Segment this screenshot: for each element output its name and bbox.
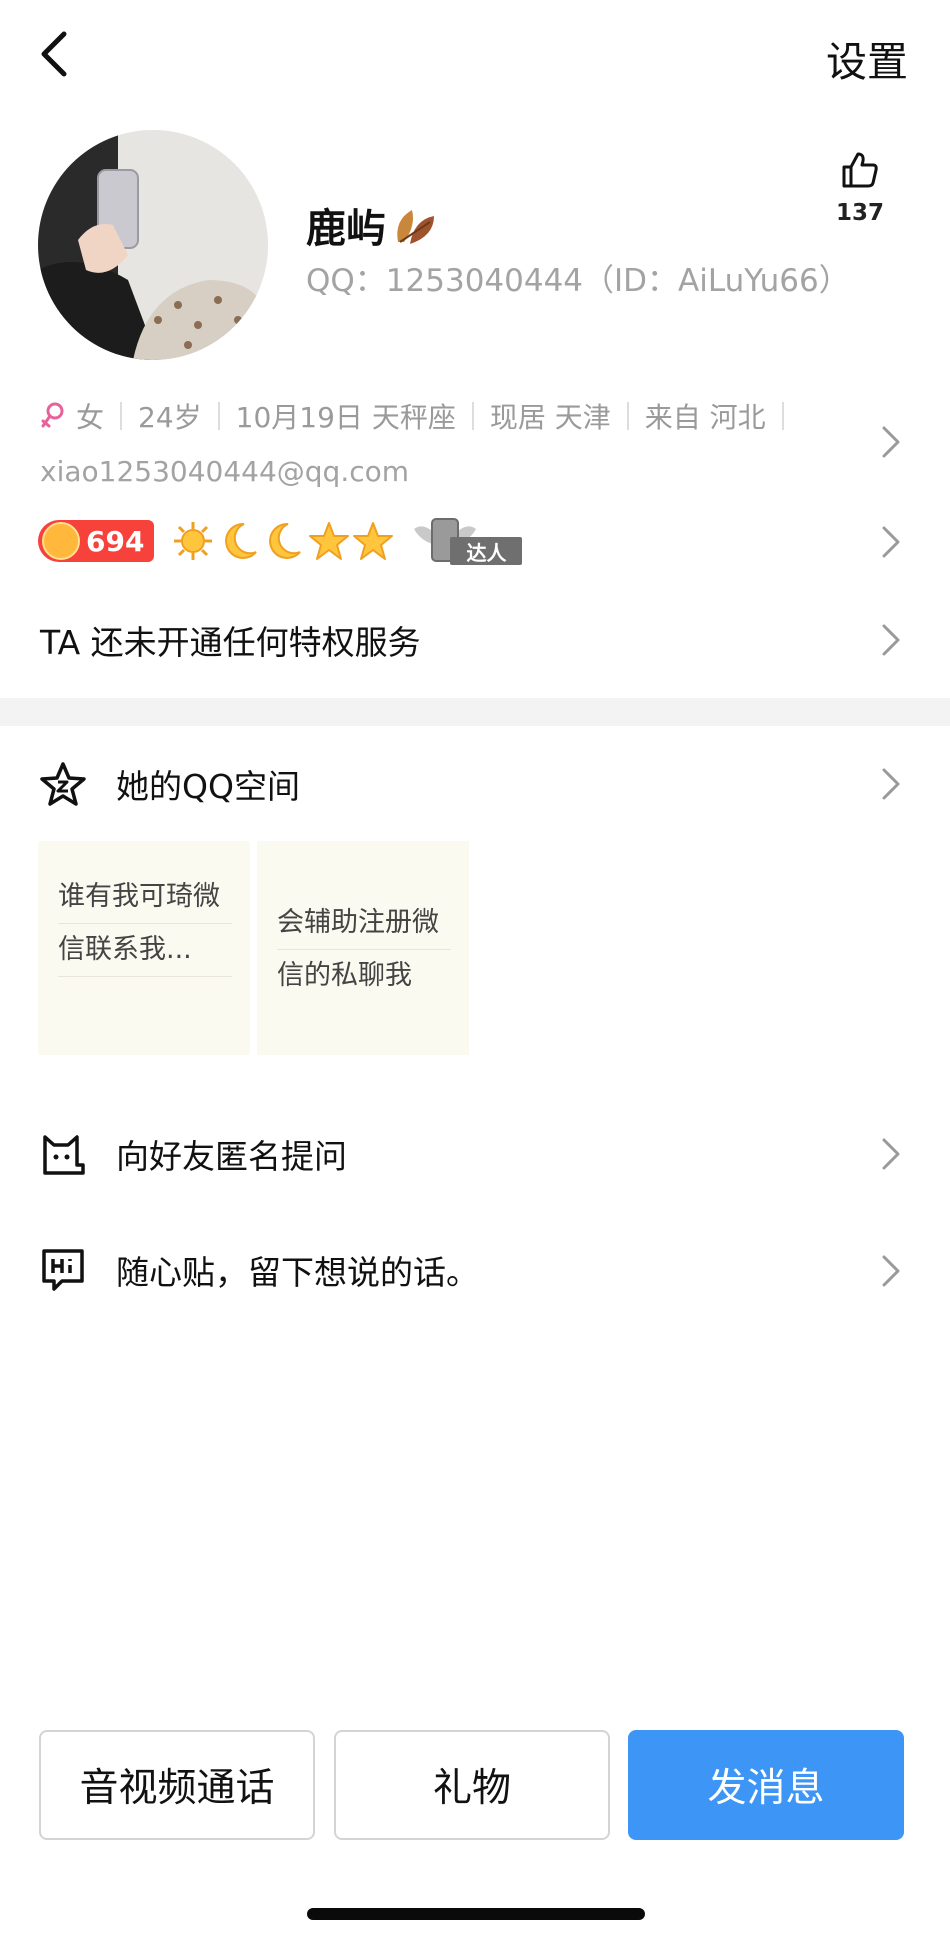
- anonymous-ask-label: 向好友匿名提问: [116, 1137, 347, 1176]
- post-text-line: 谁有我可琦微: [58, 871, 232, 924]
- chevron-right-icon[interactable]: [880, 524, 902, 560]
- qzone-label: 她的QQ空间: [116, 767, 300, 806]
- sticky-note-label: 随心贴，留下想说的话。: [116, 1253, 479, 1292]
- chevron-right-icon[interactable]: [880, 1253, 902, 1289]
- qzone-post-card[interactable]: 会辅助注册微 信的私聊我: [257, 841, 469, 1055]
- hi-chat-icon: [42, 1249, 84, 1291]
- level-star-icon: [353, 522, 394, 560]
- post-text-line: 会辅助注册微: [277, 897, 451, 950]
- qzone-post-card[interactable]: 谁有我可琦微 信联系我...: [38, 841, 250, 1055]
- video-call-button[interactable]: 音视频通话: [39, 1730, 315, 1840]
- divider: [471, 402, 474, 430]
- profile-info-row[interactable]: 女 24岁 10月19日 天秤座 现居 天津 来自 河北: [40, 396, 800, 436]
- divider: [626, 402, 629, 430]
- anonymous-ask-row[interactable]: 向好友匿名提问: [40, 1130, 347, 1178]
- talent-label: 达人: [466, 541, 507, 565]
- gift-button[interactable]: 礼物: [334, 1730, 610, 1840]
- hometown: 来自 河北: [644, 401, 766, 434]
- gender: 女: [76, 401, 105, 434]
- leaf-icon: [397, 210, 434, 244]
- chevron-right-icon[interactable]: [880, 1136, 902, 1172]
- privilege-row[interactable]: TA 还未开通任何特权服务: [40, 616, 421, 664]
- level-moon-icon: [269, 522, 302, 559]
- send-message-button[interactable]: 发消息: [628, 1730, 904, 1840]
- chevron-right-icon[interactable]: [880, 766, 902, 802]
- divider: [217, 402, 220, 430]
- settings-button[interactable]: 设置: [826, 28, 908, 88]
- qq-id: QQ：1253040444（ID：AiLuYu66）: [306, 263, 850, 299]
- badges-row[interactable]: 694 达人: [38, 515, 524, 567]
- sticky-note-row[interactable]: 随心贴，留下想说的话。: [40, 1246, 479, 1294]
- home-indicator: [307, 1908, 645, 1920]
- age: 24岁: [138, 401, 202, 434]
- avatar[interactable]: [38, 130, 268, 360]
- like-count: 137: [835, 200, 884, 226]
- current-city: 现居 天津: [489, 401, 611, 434]
- level-value: 694: [86, 524, 145, 558]
- talent-badge: 达人: [408, 515, 524, 567]
- qzone-row[interactable]: 她的QQ空间: [40, 760, 300, 808]
- section-divider: [0, 698, 950, 726]
- level-star-icon: [309, 522, 350, 560]
- post-text-line: 信联系我...: [58, 924, 232, 977]
- back-button[interactable]: [34, 26, 78, 82]
- chevron-left-icon: [41, 31, 67, 77]
- level-moon-icon: [225, 522, 258, 559]
- email: xiao1253040444@qq.com: [40, 455, 410, 488]
- sun-icon: [42, 522, 80, 560]
- profile-name-row: 鹿屿: [306, 196, 440, 254]
- level-sun-icon: [174, 522, 213, 560]
- qzone-star-icon: [40, 762, 86, 806]
- chevron-right-icon[interactable]: [880, 622, 902, 658]
- profile-name: 鹿屿: [306, 206, 386, 252]
- divider: [120, 402, 123, 430]
- post-text-line: 信的私聊我: [277, 960, 412, 991]
- thumbs-up-icon: [842, 152, 878, 188]
- divider: [781, 402, 784, 430]
- cat-box-icon: [43, 1135, 85, 1175]
- like-button[interactable]: 137: [828, 150, 892, 226]
- female-icon: [41, 402, 64, 428]
- birthday: 10月19日 天秤座: [235, 401, 456, 434]
- level-badge: 694: [38, 520, 155, 562]
- chevron-right-icon[interactable]: [880, 424, 902, 460]
